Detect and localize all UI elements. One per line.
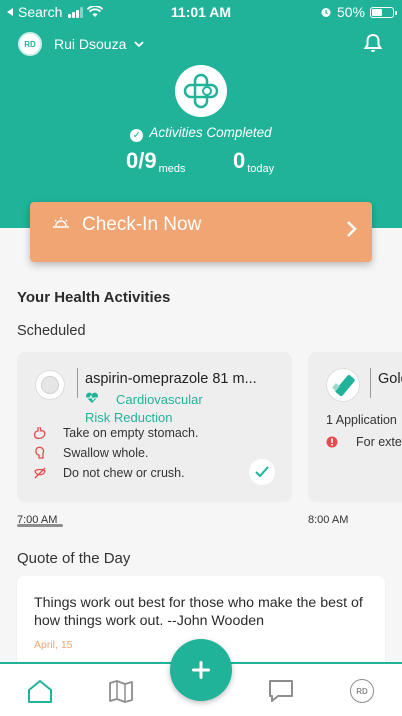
sunrise-icon bbox=[53, 217, 69, 228]
section-title: Your Health Activities bbox=[17, 289, 171, 306]
medication-name: Gold bbox=[378, 371, 402, 387]
meds-unit: meds bbox=[158, 163, 186, 175]
category-line1: Cardiovascular bbox=[116, 392, 203, 407]
stomach-icon bbox=[33, 426, 47, 440]
pill-icon bbox=[35, 370, 65, 400]
medication-category: Cardiovascular Risk Reduction bbox=[85, 391, 203, 427]
warning-icon bbox=[326, 436, 338, 448]
map-icon[interactable] bbox=[108, 678, 134, 704]
today-stat: 0 today bbox=[233, 148, 275, 175]
quote-text: Things work out best for those who make … bbox=[34, 595, 363, 629]
today-unit: today bbox=[247, 163, 275, 175]
instruction-item: Take on empty stomach. bbox=[33, 426, 198, 440]
app-screen: Search 11:01 AM 50% RD Rui Dsouza ✓ Acti… bbox=[0, 0, 402, 716]
heart-pulse-icon bbox=[86, 392, 98, 403]
meds-value: 0/9 bbox=[126, 148, 157, 173]
ointment-tube-icon bbox=[326, 368, 360, 402]
meds-stat: 0/9 meds bbox=[126, 148, 186, 175]
bell-icon[interactable] bbox=[362, 32, 384, 54]
chevron-down-icon[interactable] bbox=[134, 40, 145, 48]
user-name[interactable]: Rui Dsouza bbox=[54, 36, 126, 52]
activity-card[interactable]: Gold 1 Application For exte bbox=[308, 352, 402, 502]
checkmark-icon bbox=[255, 466, 269, 478]
instruction-item: Do not chew or crush. bbox=[33, 466, 185, 480]
home-icon[interactable] bbox=[27, 678, 53, 704]
user-switcher[interactable]: RD Rui Dsouza bbox=[18, 32, 145, 56]
battery-fill bbox=[372, 8, 382, 16]
plus-icon bbox=[192, 661, 210, 679]
swallow-icon bbox=[33, 446, 47, 460]
add-button[interactable] bbox=[170, 639, 232, 701]
schedule-time: 8:00 AM bbox=[308, 514, 349, 526]
quote-title: Quote of the Day bbox=[17, 550, 131, 567]
header: Search 11:01 AM 50% RD Rui Dsouza ✓ Acti… bbox=[0, 0, 402, 228]
check-in-button[interactable]: Check-In Now bbox=[30, 202, 372, 262]
avatar[interactable]: RD bbox=[18, 32, 42, 56]
category-line2: Risk Reduction bbox=[85, 410, 173, 425]
chevron-right-icon bbox=[347, 221, 357, 237]
activities-completed: ✓ Activities Completed bbox=[0, 125, 402, 142]
status-right: 50% bbox=[320, 4, 397, 20]
dose-text: 1 Application bbox=[326, 413, 397, 427]
check-circle-icon: ✓ bbox=[130, 129, 144, 142]
completed-check-button[interactable] bbox=[249, 459, 275, 485]
instruction-item: For exte bbox=[326, 435, 402, 449]
medication-name: aspirin-omeprazole 81 m... bbox=[85, 371, 257, 387]
no-chew-icon bbox=[33, 466, 47, 480]
medical-cross-logo-icon bbox=[183, 73, 219, 109]
divider bbox=[77, 368, 78, 398]
scheduled-title: Scheduled bbox=[17, 323, 86, 339]
status-bar: Search 11:01 AM 50% bbox=[0, 0, 402, 24]
check-in-label: Check-In Now bbox=[82, 214, 202, 235]
instruction-text: Do not chew or crush. bbox=[63, 466, 185, 480]
profile-avatar[interactable]: RD bbox=[350, 679, 374, 703]
today-value: 0 bbox=[233, 148, 246, 173]
alarm-icon bbox=[321, 8, 331, 17]
quote-date: April, 15 bbox=[34, 639, 73, 651]
activities-label: Activities Completed bbox=[149, 125, 272, 140]
instruction-text: Swallow whole. bbox=[63, 446, 149, 460]
divider bbox=[370, 368, 371, 398]
schedule-time: 7:00 AM bbox=[17, 514, 58, 526]
instruction-text: For exte bbox=[356, 435, 402, 449]
instruction-text: Take on empty stomach. bbox=[63, 426, 199, 440]
activity-card[interactable]: aspirin-omeprazole 81 m... Cardiovascula… bbox=[17, 352, 292, 502]
chat-icon[interactable] bbox=[268, 678, 294, 704]
instruction-item: Swallow whole. bbox=[33, 446, 148, 460]
app-logo bbox=[175, 65, 227, 117]
battery-icon bbox=[370, 6, 397, 18]
battery-percent: 50% bbox=[336, 4, 365, 20]
